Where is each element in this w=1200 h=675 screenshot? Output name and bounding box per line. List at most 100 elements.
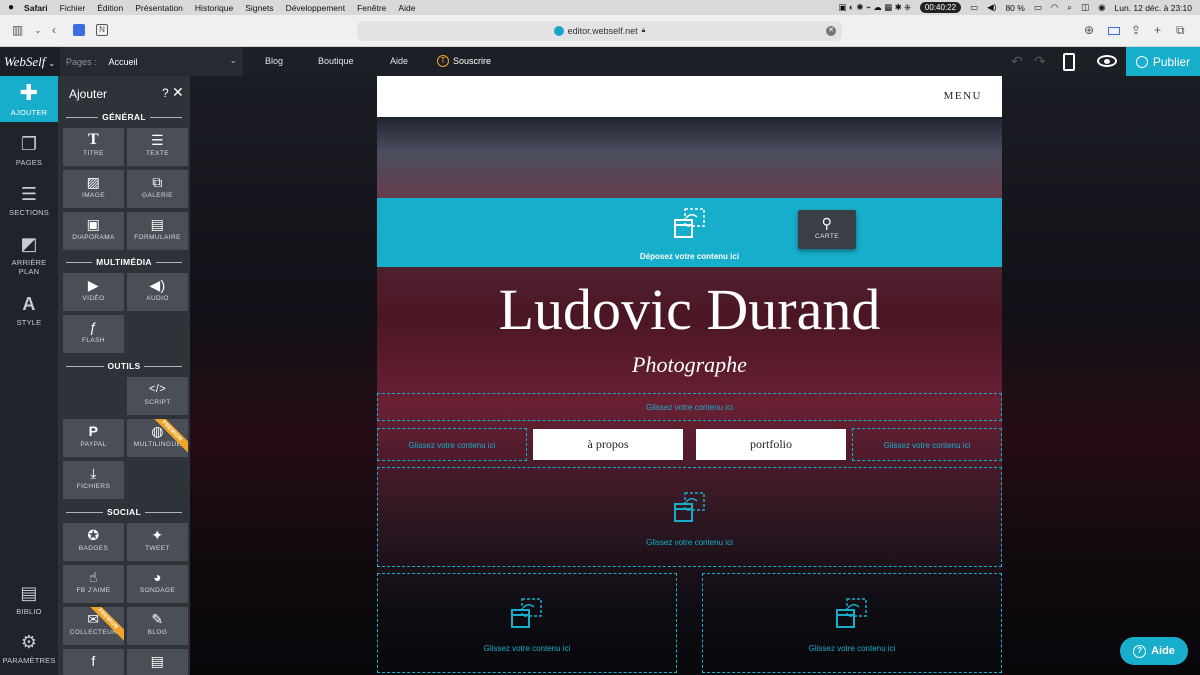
control-center-icon[interactable]: ◫ [1081, 2, 1089, 13]
site-title[interactable]: Ludovic Durand [377, 275, 1002, 345]
apple-icon[interactable]: ● [8, 2, 14, 13]
timer-pill[interactable]: 00:40:22 [919, 2, 962, 13]
spotlight-icon[interactable]: ⌕ [1067, 2, 1072, 13]
menu-fichier[interactable]: Fichier [60, 3, 86, 13]
close-icon[interactable]: ✕ [172, 84, 184, 101]
tile-collecteur[interactable]: ✉ COLLECTEUR PREMIUM [63, 607, 124, 645]
tile-galerie[interactable]: ⧉ GALERIE [127, 170, 188, 208]
editor-top-bar: WebSelf ⌄ Pages : Accueil ⌄ Blog Boutique… [0, 47, 1200, 76]
tile-blog[interactable]: ✎ BLOG [127, 607, 188, 645]
tile-fb-aime[interactable]: ☝ FB J'AIME [63, 565, 124, 603]
volume-icon[interactable]: ◀) [987, 2, 996, 13]
tile-badges[interactable]: ✪ BADGES [63, 523, 124, 561]
dropzone-bottom-left[interactable]: Glissez votre contenu ici [377, 573, 677, 673]
nav-pages[interactable]: ❐ PAGES [0, 134, 58, 167]
page-selector[interactable]: Pages : Accueil ⌄ [60, 47, 243, 76]
menu-safari[interactable]: Safari [24, 3, 48, 13]
dropzone-left[interactable]: Glissez votre contenu ici [377, 428, 527, 461]
sections-icon: ☰ [20, 184, 38, 204]
subscribe-link[interactable]: T Souscrire [437, 55, 491, 67]
help-chat-button[interactable]: ? Aide [1120, 637, 1188, 665]
undo-icon[interactable]: ↶ [1011, 53, 1023, 70]
tile-video[interactable]: ▶ VIDÉO [63, 273, 124, 311]
webself-logo[interactable]: WebSelf ⌄ [4, 54, 55, 70]
tile-titre[interactable]: T TITRE [63, 128, 124, 166]
address-bar[interactable]: editor.webself.net 🔒︎ ✕ [357, 21, 842, 41]
drop-content-icon [511, 598, 542, 628]
stop-icon[interactable]: ✕ [826, 26, 836, 36]
dropzone-bottom-right[interactable]: Glissez votre contenu ici [702, 573, 1002, 673]
tile-script[interactable]: </> SCRIPT [127, 377, 188, 415]
nav-boutique[interactable]: Boutique [318, 56, 354, 66]
premium-ribbon: PREMIUM [84, 607, 124, 647]
menu-presentation[interactable]: Présentation [135, 3, 183, 13]
tile-diaporama[interactable]: ▣ DIAPORAMA [63, 212, 124, 250]
site-subtitle[interactable]: Photographe [377, 352, 1002, 378]
redo-icon[interactable]: ↷ [1034, 53, 1046, 70]
portfolio-button[interactable]: portfolio [696, 429, 846, 460]
cast-icon[interactable] [1108, 27, 1120, 35]
chevron-down-icon[interactable]: ⌄ [34, 25, 42, 36]
tile-paypal[interactable]: P PAYPAL [63, 419, 124, 457]
nav-arriere-plan[interactable]: ◩ ARRIÈRE PLAN [0, 234, 58, 276]
menu-signets[interactable]: Signets [245, 3, 273, 13]
status-icons[interactable]: ▣ ◐ ✺ ⌁ ☁ ▦ ✱ ⎈ [839, 2, 911, 13]
tile-audio[interactable]: ◀) AUDIO [127, 273, 188, 311]
tile-formulaire[interactable]: ▤ FORMULAIRE [127, 212, 188, 250]
menu-developpement[interactable]: Développement [286, 3, 346, 13]
globe-icon [1135, 55, 1148, 68]
site-menu[interactable]: MENU [944, 90, 982, 102]
dropzone-right[interactable]: Glissez votre contenu ici [852, 428, 1002, 461]
extension-icon[interactable] [73, 24, 85, 36]
gallery-icon: ⧉ [152, 174, 163, 190]
nav-blog[interactable]: Blog [265, 56, 283, 66]
drop-content-icon [836, 598, 867, 628]
sidebar-icon[interactable]: ▥ [12, 23, 23, 37]
display-icon[interactable]: ▭ [970, 2, 978, 13]
help-icon[interactable]: ? [162, 86, 169, 100]
tile-flash[interactable]: ƒ FLASH [63, 315, 124, 353]
chevron-down-icon: ⌄ [229, 55, 237, 65]
clock[interactable]: Lun. 12 déc. à 23:10 [1114, 3, 1192, 13]
menu-edition[interactable]: Édition [97, 3, 123, 13]
tile-tweet[interactable]: ✦ TWEET [127, 523, 188, 561]
carte-widget[interactable]: ⚲ CARTE [798, 210, 856, 249]
gear-icon: ⚙ [20, 632, 38, 652]
nav-ajouter[interactable]: ✚ AJOUTER [0, 76, 58, 122]
nav-parametres[interactable]: ⚙ PARAMÈTRES [0, 632, 58, 665]
editor-canvas: MENU Déposez votre contenu ici ⚲ CARTE Lu… [190, 76, 1200, 675]
nav-biblio[interactable]: ▤ BIBLIO [0, 583, 58, 616]
chevron-down-icon: ⌄ [48, 59, 56, 68]
drop-band[interactable]: Déposez votre contenu ici ⚲ CARTE [377, 198, 1002, 267]
mobile-view-icon[interactable] [1063, 53, 1075, 71]
tile-image[interactable]: ▨ IMAGE [63, 170, 124, 208]
dropzone-full-top[interactable]: Glissez votre contenu ici [377, 393, 1002, 421]
nav-aide[interactable]: Aide [390, 56, 408, 66]
back-icon[interactable]: ‹ [52, 23, 56, 37]
menu-historique[interactable]: Historique [195, 3, 233, 13]
tabs-overview-icon[interactable]: ⧉ [1176, 23, 1185, 38]
tile-multilingue[interactable]: ◍ MULTILINGUE PREMIUM [127, 419, 188, 457]
download-icon[interactable]: ⊕ [1084, 23, 1094, 37]
preview-eye-icon[interactable] [1097, 55, 1117, 67]
about-button[interactable]: à propos [533, 429, 683, 460]
share-icon[interactable]: ⇪ [1131, 23, 1141, 37]
tile-comments[interactable]: ▤ [127, 649, 188, 675]
nav-sections[interactable]: ☰ SECTIONS [0, 184, 58, 217]
dropzone-middle[interactable]: Glissez votre contenu ici [377, 467, 1002, 567]
siri-icon[interactable]: ◉ [1098, 2, 1105, 13]
tile-sondage[interactable]: ◕ SONDAGE [127, 565, 188, 603]
tile-facebook[interactable]: f [63, 649, 124, 675]
wifi-icon[interactable]: ◠ [1051, 2, 1058, 13]
publish-button[interactable]: Publier [1126, 47, 1200, 76]
menu-fenetre[interactable]: Fenêtre [357, 3, 386, 13]
macos-menu-bar: ● Safari Fichier Édition Présentation Hi… [0, 0, 1200, 15]
tile-texte[interactable]: ☰ TEXTE [127, 128, 188, 166]
notion-icon[interactable]: N [96, 24, 108, 36]
battery-text[interactable]: 80 % [1005, 3, 1024, 13]
tile-fichiers[interactable]: ⤓ FICHIERS [63, 461, 124, 499]
nav-style[interactable]: A STYLE [0, 294, 58, 327]
menu-aide[interactable]: Aide [398, 3, 415, 13]
library-icon: ▤ [20, 583, 38, 603]
new-tab-icon[interactable]: + [1154, 23, 1161, 37]
